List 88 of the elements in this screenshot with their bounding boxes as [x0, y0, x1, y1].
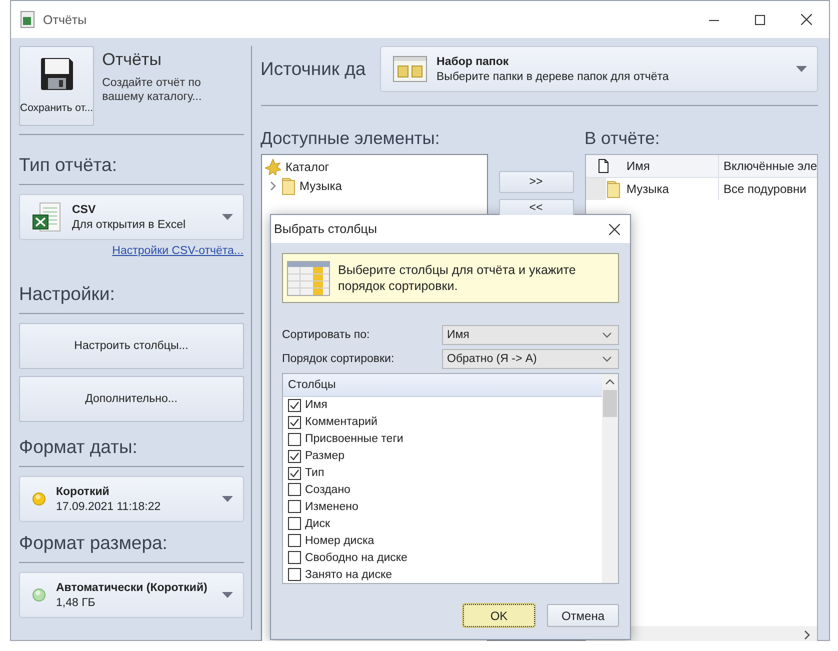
field-label: Сортировать по: [282, 329, 370, 341]
ok-button[interactable]: OK [463, 604, 535, 627]
column-option: Присвоенные теги [305, 433, 404, 446]
column-option: Занято на диске [305, 568, 392, 581]
folders-window-icon [392, 56, 427, 82]
csv-settings-link[interactable]: Настройки CSV-отчёта... [112, 245, 244, 257]
app-icon [20, 11, 35, 28]
column-option: Комментарий [305, 416, 378, 428]
chevron-down-icon [602, 332, 612, 338]
info-text: Выберите столбцы для отчёта и укажите порядок сортировки. [338, 262, 577, 294]
checkbox[interactable] [288, 483, 301, 496]
checkbox[interactable] [288, 551, 301, 564]
combo-subtitle: 1,48 ГБ [56, 596, 96, 608]
caret-icon [222, 214, 233, 220]
checkbox[interactable] [288, 432, 301, 446]
combo-title: Короткий [56, 486, 110, 498]
column-header[interactable]: Включённые эле [718, 159, 817, 173]
panel-title: Отчёты [102, 50, 162, 70]
remove-button[interactable]: << [498, 199, 574, 215]
section-heading: Доступные элементы: [260, 128, 441, 150]
scroll-right-icon[interactable] [803, 630, 811, 640]
checkbox[interactable] [288, 568, 301, 582]
table-icon [287, 260, 330, 296]
scroll-up-icon[interactable] [605, 379, 615, 385]
caret-icon [222, 496, 233, 502]
size-format-dropdown[interactable]: Автоматически (Короткий) 1,48 ГБ [19, 572, 244, 618]
combo-title: CSV [72, 204, 97, 216]
column-option: Размер [305, 450, 345, 462]
source-dropdown[interactable]: Набор папок Выберите папки в дереве папок для отчёта [380, 46, 818, 92]
column-option: Свободно на диске [305, 552, 408, 564]
column-option: Изменено [305, 500, 358, 513]
settings-button[interactable]: Дополнительно... [19, 376, 244, 422]
checkbox[interactable] [288, 517, 301, 530]
star-icon [264, 158, 281, 174]
tree-item[interactable]: Каталог [264, 157, 484, 176]
combo-subtitle: 17.09.2021 11:18:22 [56, 500, 162, 512]
document-icon [598, 159, 610, 173]
cancel-button[interactable]: Отмена [547, 604, 619, 627]
table-cell-text: Все подуровни [722, 182, 806, 196]
combo-title: Набор папок [436, 56, 510, 68]
field-label: Порядок сортировки: [282, 353, 394, 365]
maximize-icon[interactable] [755, 14, 765, 24]
panel-description: Создайте отчёт по вашему каталогу... [102, 76, 203, 104]
column-option: Номер диска [305, 534, 374, 547]
circle-icon [32, 588, 46, 602]
dialog-title: Выбрать столбцы [274, 222, 377, 236]
source-label: Источник да [260, 58, 367, 80]
combo-subtitle: Для открытия в Excel [72, 218, 187, 230]
checkbox[interactable] [288, 450, 301, 463]
column-option: Создано [305, 484, 350, 496]
column-option: Имя [305, 399, 328, 412]
section-heading: Формат размера: [19, 532, 168, 554]
folder-icon [607, 180, 620, 198]
combo-title: Автоматически (Короткий) [56, 582, 208, 594]
caret-icon [222, 592, 233, 598]
section-heading: В отчёте: [584, 128, 661, 150]
date-format-dropdown[interactable]: Короткий 17.09.2021 11:18:22 [19, 476, 244, 522]
chevron-down-icon [602, 356, 612, 362]
column-header[interactable]: Имя [622, 155, 719, 177]
table-cell: Музыка [622, 178, 719, 200]
save-report-button[interactable]: Сохранить от... [19, 46, 94, 126]
checkbox[interactable] [288, 398, 301, 412]
add-button[interactable]: >> [498, 171, 574, 193]
caret-icon [796, 66, 807, 72]
checkbox[interactable] [288, 466, 301, 480]
tree-item[interactable]: Музыка [270, 176, 484, 195]
column-option: Тип [305, 467, 324, 480]
checkbox[interactable] [288, 500, 301, 514]
section-heading: Тип отчёта: [19, 154, 118, 176]
settings-button[interactable]: Настроить столбцы... [19, 323, 244, 369]
list-header: Столбцы [283, 374, 602, 397]
close-icon[interactable] [801, 14, 812, 25]
sort-by-dropdown[interactable]: Имя [442, 325, 619, 345]
column-option: Диск [305, 518, 330, 530]
scroll-thumb[interactable] [603, 390, 617, 417]
chevron-icon[interactable] [270, 180, 277, 190]
sort-order-dropdown[interactable]: Обратно (Я -> А) [442, 349, 619, 369]
circle-icon [32, 492, 46, 506]
checkbox[interactable] [288, 416, 301, 429]
window-title: Отчёты [43, 12, 87, 26]
section-heading: Настройки: [19, 283, 116, 305]
combo-subtitle: Выберите папки в дереве папок для отчёта [436, 70, 670, 82]
folder-icon [282, 176, 295, 194]
spreadsheet-icon [32, 202, 62, 232]
section-heading: Формат даты: [19, 436, 138, 458]
close-icon[interactable] [609, 224, 620, 234]
report-type-dropdown[interactable]: CSV Для открытия в Excel [19, 194, 244, 240]
checkbox[interactable] [288, 534, 301, 548]
